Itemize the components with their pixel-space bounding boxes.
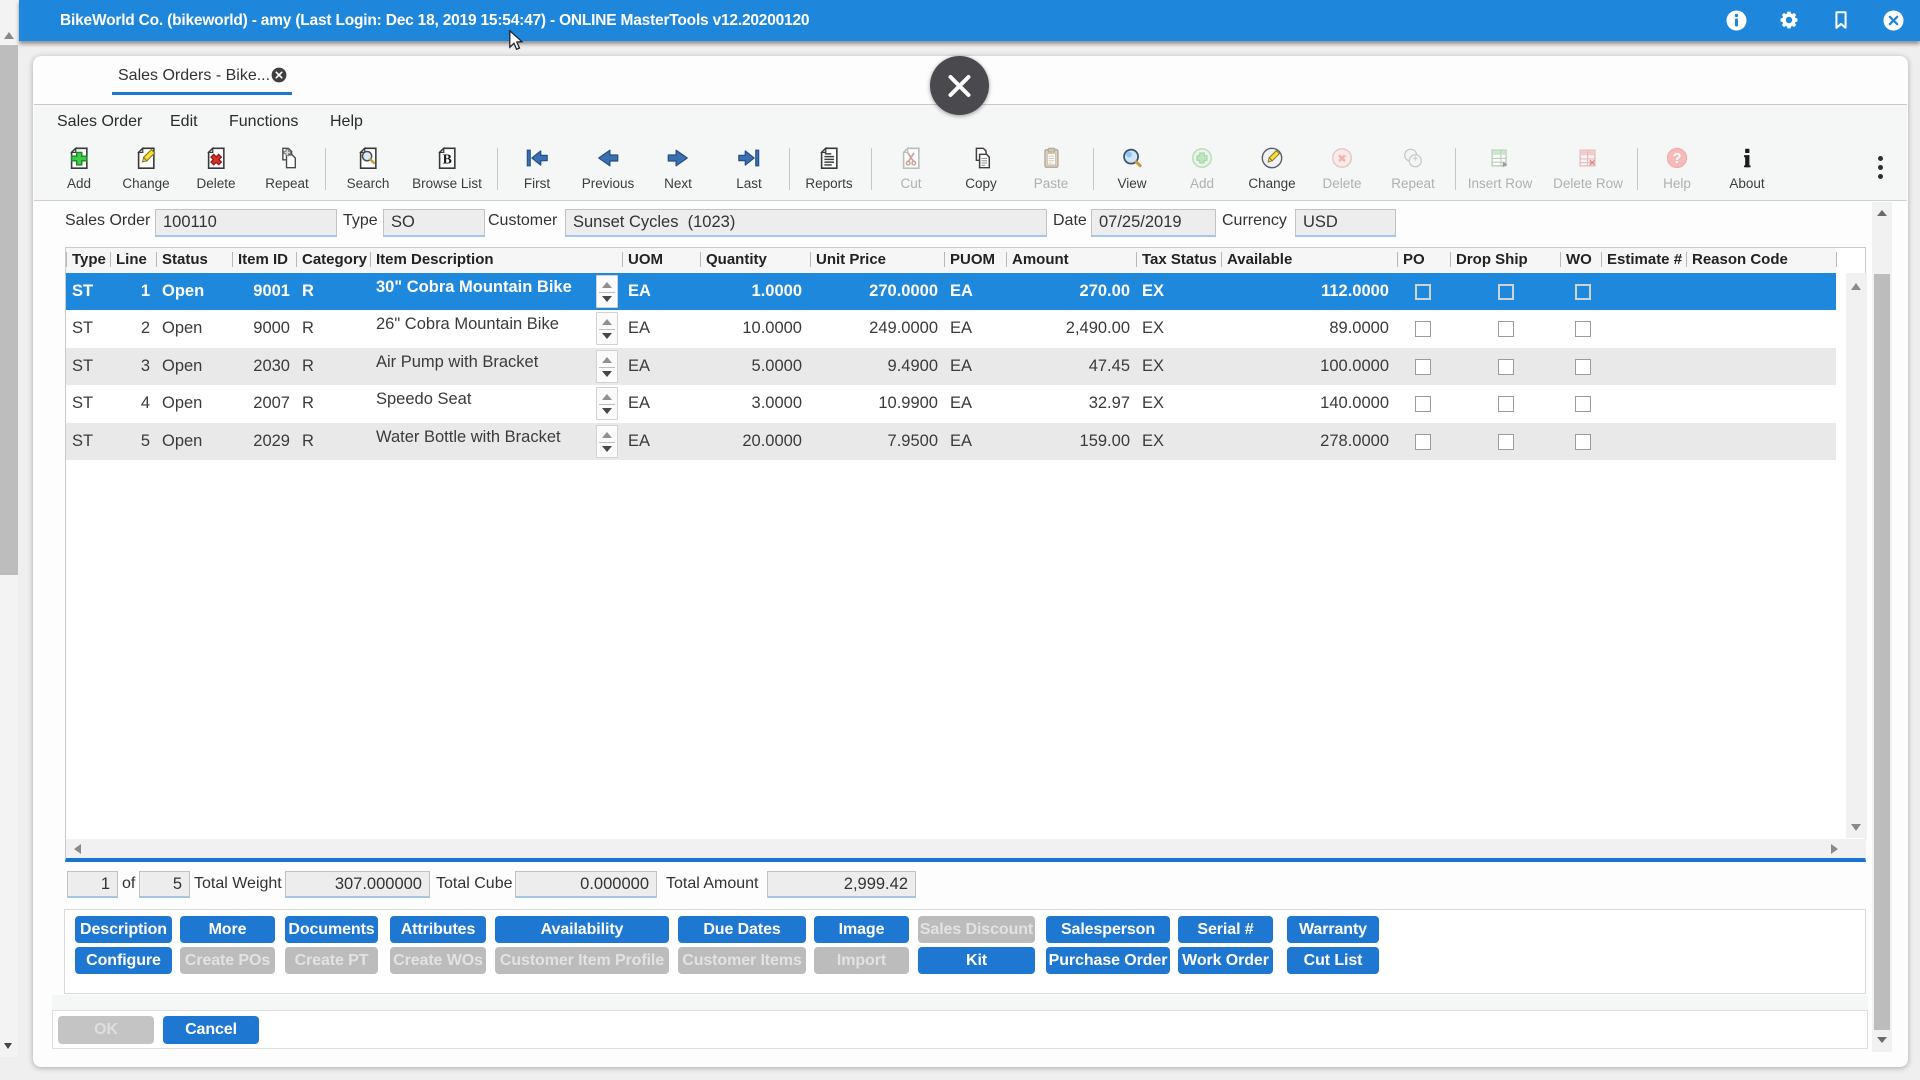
svg-text:?: ? <box>1672 151 1681 167</box>
svg-text:B: B <box>443 152 452 167</box>
